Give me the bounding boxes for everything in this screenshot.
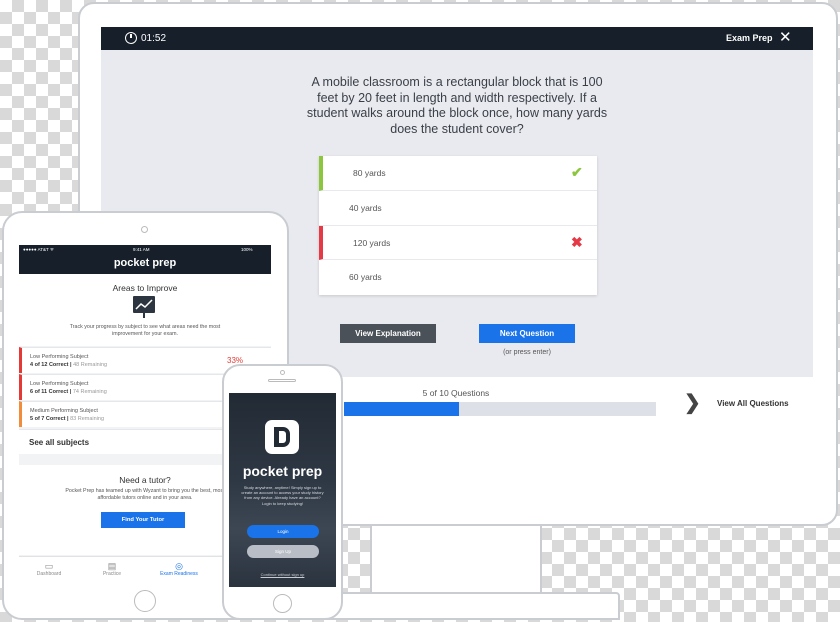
phone-screen: pocket prep Study anywhere, anytime! Sim…: [229, 393, 336, 587]
press-enter-hint: (or press enter): [503, 349, 551, 356]
tablet-home-button: [134, 590, 156, 612]
logo-mark: [274, 427, 290, 447]
status-time: 9:41 AM: [133, 247, 150, 252]
timer-icon: [125, 32, 137, 44]
signup-button[interactable]: Sign Up: [247, 545, 319, 558]
exam-topbar: 01:52 Exam Prep ✕: [101, 27, 813, 50]
see-all-label: See all subjects: [29, 438, 90, 447]
tab-label: Dashboard: [36, 571, 62, 577]
presentation-chart-icon: [133, 296, 155, 313]
timer-text: 01:52: [141, 33, 167, 44]
phone-app-title: pocket prep: [242, 463, 323, 479]
subject-name: Low Performing Subject: [30, 381, 89, 387]
question-text: A mobile classroom is a rectangular bloc…: [306, 75, 608, 136]
answer-option[interactable]: 120 yards ✖: [319, 225, 597, 261]
find-tutor-button[interactable]: Find Your Tutor: [101, 512, 185, 528]
answer-label: 60 yards: [349, 272, 382, 283]
subject-stats: 6 of 11 Correct | 74 Remaining: [30, 389, 107, 395]
phone-description: Study anywhere, anytime! Simply sign up …: [241, 485, 324, 506]
areas-description: Track your progress by subject to see wh…: [69, 324, 221, 337]
answer-label: 120 yards: [353, 237, 391, 248]
tab-label: Exam Readiness: [160, 571, 198, 577]
tutor-description: Pocket Prep has teamed up with Wyzant to…: [65, 488, 225, 501]
tab-dashboard[interactable]: ▭ Dashboard: [19, 561, 79, 577]
view-all-questions-link[interactable]: View All Questions: [717, 399, 789, 408]
tab-label: Practice: [102, 571, 122, 577]
practice-icon: ▤: [107, 561, 117, 571]
subject-stats: 5 of 7 Correct | 83 Remaining: [30, 416, 105, 422]
answer-option[interactable]: 80 yards ✔: [319, 156, 597, 191]
tablet-camera: [141, 226, 148, 233]
tab-practice[interactable]: ▤ Practice: [82, 561, 142, 577]
areas-title: Areas to Improve: [112, 283, 178, 293]
answer-label: 80 yards: [353, 168, 386, 178]
battery-text: 100%: [241, 247, 253, 252]
exam-title: Exam Prep: [726, 33, 773, 43]
view-explanation-button[interactable]: View Explanation: [340, 324, 436, 343]
subject-name: Medium Performing Subject: [30, 408, 98, 414]
answer-option[interactable]: 60 yards: [319, 260, 597, 295]
exam-readiness-icon: ◎: [175, 561, 183, 571]
next-question-button[interactable]: Next Question: [479, 324, 575, 343]
monitor-stand-base: [300, 592, 620, 620]
cross-icon: ✖: [571, 233, 583, 250]
answer-label: 40 yards: [349, 202, 382, 213]
subject-stats: 4 of 12 Correct | 48 Remaining: [30, 362, 108, 368]
dashboard-icon: ▭: [44, 561, 54, 571]
progress-bar: [344, 402, 656, 416]
checkmark-icon: ✔: [571, 164, 583, 180]
answer-option[interactable]: 40 yards: [319, 191, 597, 226]
login-button[interactable]: Login: [247, 525, 319, 538]
phone-camera: [280, 370, 285, 375]
carrier-text: ●●●●● AT&T ᯤ: [23, 247, 55, 252]
monitor-stand-neck: [370, 524, 542, 594]
tab-exam-readiness[interactable]: ◎ Exam Readiness: [149, 561, 209, 577]
pocket-prep-logo-icon: [265, 420, 299, 454]
phone-speaker: [268, 379, 296, 382]
close-icon[interactable]: ✕: [779, 29, 792, 47]
progress-label: 5 of 10 Questions: [422, 388, 490, 398]
tablet-status-bar: ●●●●● AT&T ᯤ 9:41 AM 100%: [19, 245, 271, 255]
subject-name: Low Performing Subject: [30, 354, 89, 360]
areas-to-improve-card: Areas to Improve Track your progress by …: [19, 274, 271, 346]
chart-stand: [143, 313, 145, 318]
chevron-right-icon[interactable]: ❯: [684, 390, 701, 415]
phone-home-button: [273, 594, 292, 613]
answer-list: 80 yards ✔ 40 yards 120 yards ✖ 60 yards: [319, 156, 597, 295]
tablet-app-title: pocket prep: [19, 255, 271, 274]
continue-without-signup-link[interactable]: Continue without sign up: [229, 572, 336, 577]
progress-fill: [344, 402, 460, 416]
